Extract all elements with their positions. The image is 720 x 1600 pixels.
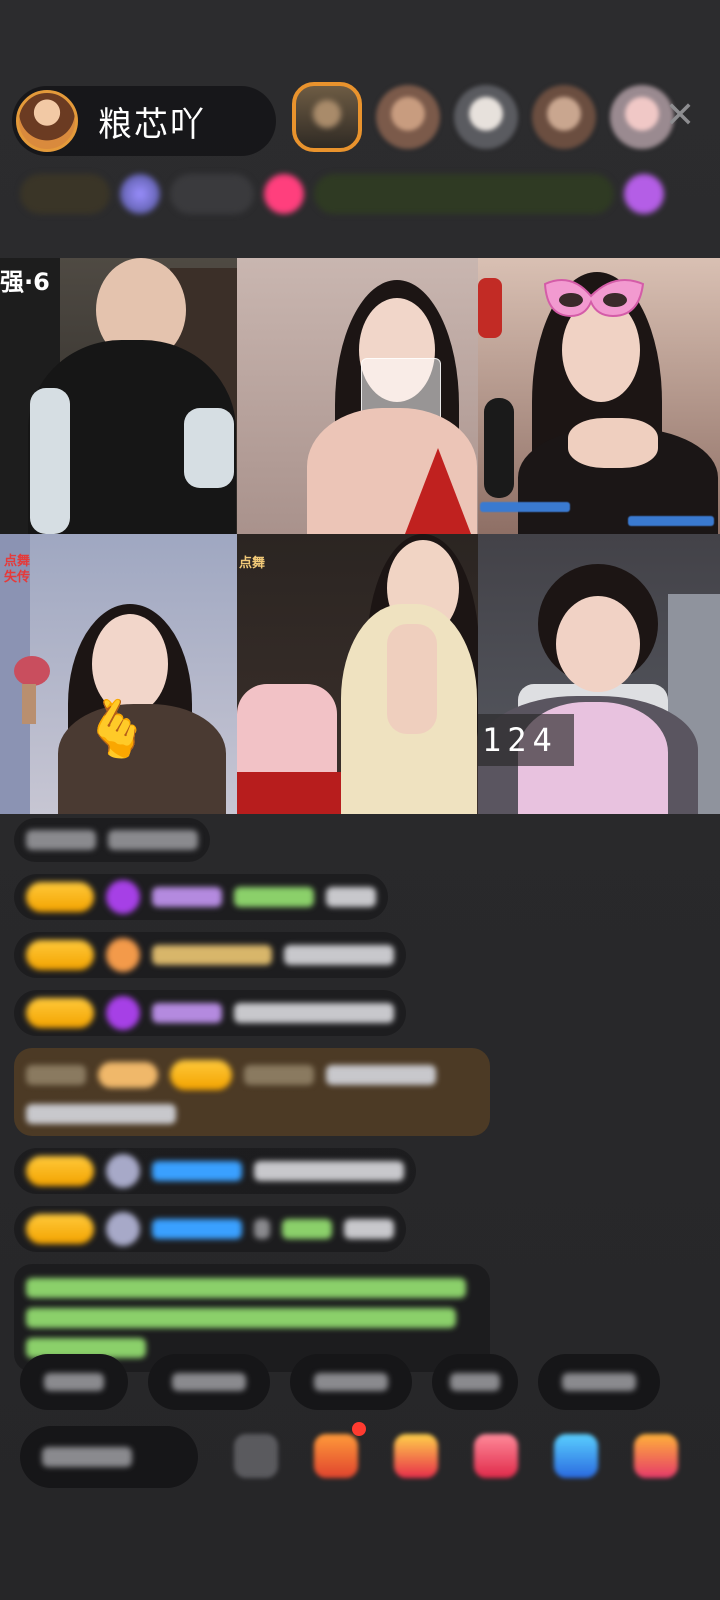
guest-tile[interactable]: 点舞	[237, 534, 478, 814]
gem-icon	[106, 880, 140, 914]
tile-caption: 失传	[4, 570, 31, 585]
chat-message	[14, 932, 406, 978]
multi-guest-grid: 强·6 🫰 点舞 失传 点舞 124	[0, 258, 720, 814]
rank-icon[interactable]	[394, 1434, 438, 1478]
tile-caption: 点舞	[239, 556, 266, 571]
close-icon[interactable]: ✕	[660, 96, 700, 136]
quick-action-button[interactable]	[538, 1354, 660, 1410]
score-counter: 124	[478, 714, 574, 766]
chat-message	[14, 1206, 406, 1252]
rank-chip[interactable]	[20, 174, 110, 214]
gift-icon[interactable]	[264, 174, 304, 214]
chat-message-highlight	[14, 1048, 490, 1136]
viewer-avatar[interactable]	[532, 85, 596, 149]
guest-tile[interactable]: 强·6	[0, 258, 237, 534]
level-badge	[26, 998, 94, 1028]
quick-actions-row	[20, 1354, 720, 1414]
more-icon[interactable]	[234, 1434, 278, 1478]
game-icon[interactable]	[554, 1434, 598, 1478]
chat-message	[14, 874, 388, 920]
gem-icon	[106, 996, 140, 1030]
notification-dot	[352, 1422, 366, 1436]
viewer-avatar[interactable]	[454, 85, 518, 149]
viewer-avatar[interactable]	[292, 82, 362, 152]
live-room-screen: 粮芯吖 ✕ 强·6 🫰 点舞 失传 点舞 124	[0, 0, 720, 1600]
tile-mini-text	[480, 502, 570, 512]
chat-message	[14, 990, 406, 1036]
top-viewers	[292, 82, 674, 152]
bottom-toolbar	[0, 1422, 720, 1502]
level-badge	[26, 940, 94, 970]
host-avatar[interactable]	[16, 90, 78, 152]
gem-icon	[106, 1212, 140, 1246]
level-badge	[26, 1214, 94, 1244]
gift-icon[interactable]	[634, 1434, 678, 1478]
chat-message	[14, 818, 210, 862]
host-name: 粮芯吖	[98, 104, 206, 145]
room-info-row	[20, 168, 700, 220]
finger-heart-icon: 🫰	[82, 697, 152, 762]
party-glasses-icon	[543, 279, 645, 318]
quick-action-button[interactable]	[20, 1354, 128, 1410]
gem-icon	[106, 938, 140, 972]
gift-box-icon[interactable]	[314, 1434, 358, 1478]
tag-icon[interactable]	[120, 174, 160, 214]
level-badge	[26, 1156, 94, 1186]
quick-action-button[interactable]	[290, 1354, 412, 1410]
promo-chip[interactable]	[314, 174, 614, 214]
tag-chip[interactable]	[170, 174, 254, 214]
chat-list	[14, 818, 494, 1384]
gem-icon[interactable]	[624, 174, 664, 214]
chat-message	[14, 1148, 416, 1194]
level-badge	[26, 882, 94, 912]
quick-action-button[interactable]	[148, 1354, 270, 1410]
guest-tile[interactable]	[237, 258, 478, 534]
quick-action-button[interactable]	[432, 1354, 518, 1410]
heart-icon[interactable]	[474, 1434, 518, 1478]
tile-mini-text	[628, 516, 714, 526]
guest-tile[interactable]	[478, 258, 720, 534]
host-info-pill[interactable]: 粮芯吖	[12, 86, 276, 156]
guest-tile[interactable]: 🫰 点舞 失传	[0, 534, 237, 814]
guest-tile[interactable]: 124	[478, 534, 720, 814]
viewer-avatar[interactable]	[376, 85, 440, 149]
tile-caption: 强·6	[0, 268, 50, 296]
gem-icon	[106, 1154, 140, 1188]
chat-input[interactable]	[20, 1426, 198, 1488]
